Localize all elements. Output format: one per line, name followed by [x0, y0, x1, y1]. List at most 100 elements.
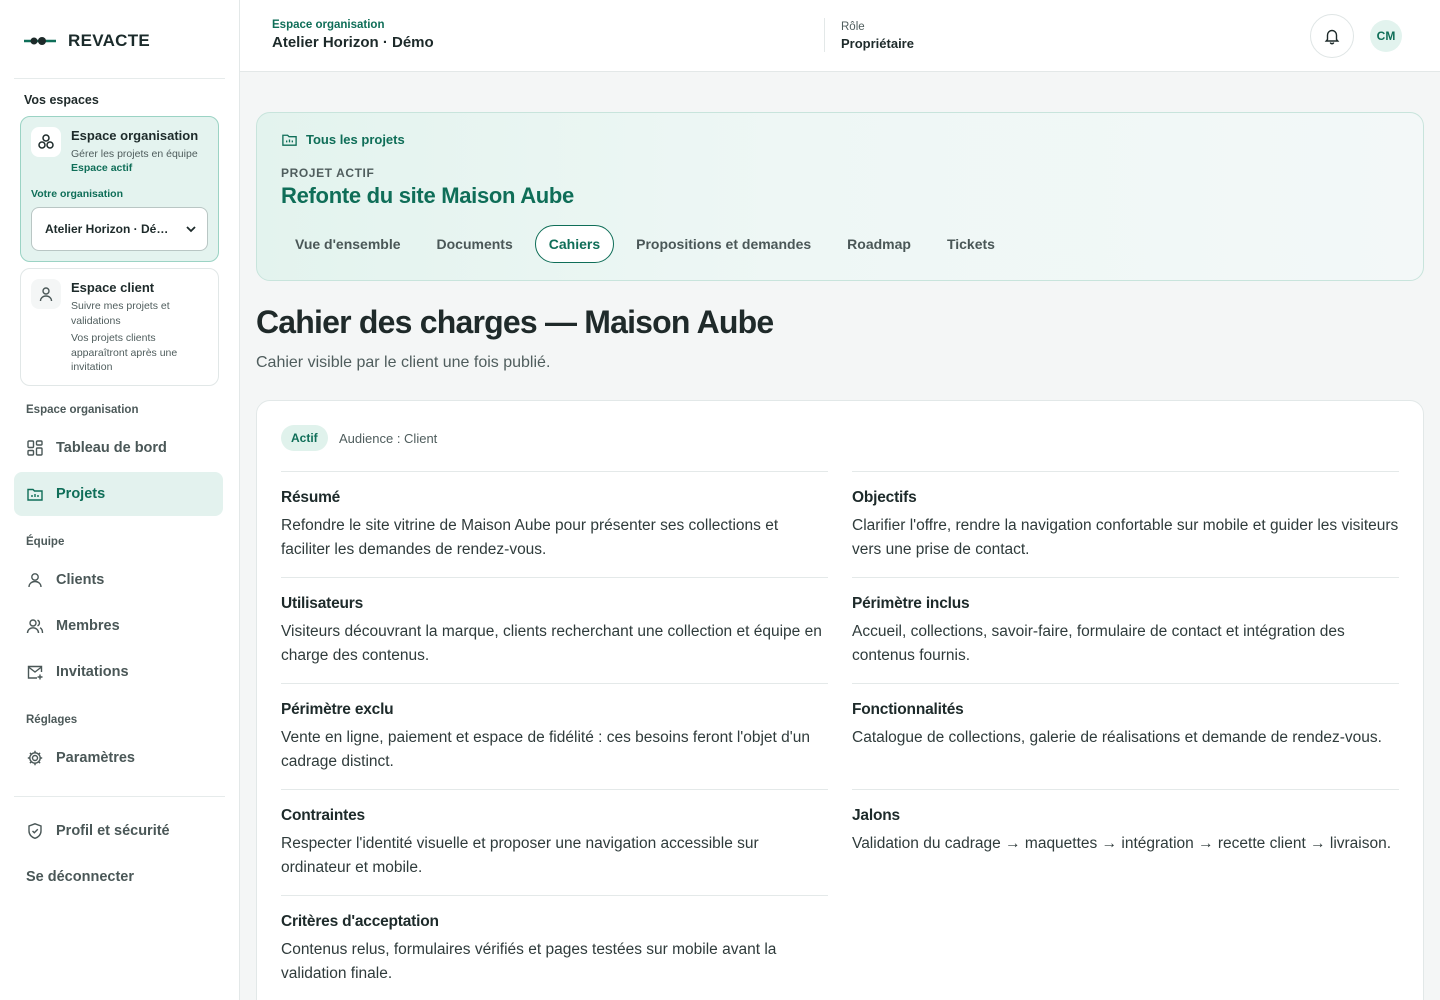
nav-group-heading: Réglages — [26, 714, 78, 726]
all-projects-label: Tous les projets — [306, 132, 405, 147]
nav-item-clients[interactable]: Clients — [14, 558, 223, 602]
divider — [14, 78, 225, 79]
section-summary: Résumé Refondre le site vitrine de Maiso… — [281, 471, 828, 577]
divider — [824, 18, 825, 52]
section-title: Périmètre inclus — [852, 595, 970, 612]
nav-item-settings[interactable]: Paramètres — [14, 736, 223, 780]
section-title: Objectifs — [852, 489, 917, 506]
client-space-description: Suivre mes projets et validations — [71, 300, 170, 327]
project-kicker: PROJET ACTIF — [281, 166, 375, 180]
logout-button[interactable]: Se déconnecter — [14, 855, 223, 899]
specification-card: Actif Audience : Client Résumé Refondre … — [256, 400, 1424, 1000]
avatar[interactable]: CM — [1370, 20, 1402, 52]
nav-group-heading: Équipe — [26, 536, 65, 548]
org-select-value: Atelier Horizon · Dé… — [45, 222, 169, 236]
section-body: Catalogue de collections, galerie de réa… — [852, 729, 1382, 746]
folder-icon — [282, 134, 297, 146]
client-space-note: Vos projets clients apparaîtront après u… — [71, 332, 178, 373]
client-space-title: Espace client — [71, 280, 155, 295]
nav-item-label: Projets — [56, 486, 106, 502]
users-icon — [26, 619, 44, 634]
nav-item-label: Paramètres — [56, 750, 135, 766]
tab-documents[interactable]: Documents — [423, 225, 527, 263]
bell-icon — [1324, 29, 1340, 45]
logo-icon — [24, 37, 56, 45]
section-title: Périmètre exclu — [281, 701, 394, 718]
section-features: Fonctionnalités Catalogue de collections… — [852, 683, 1399, 789]
logout-label: Se déconnecter — [26, 869, 134, 885]
spaces-heading: Vos espaces — [24, 93, 99, 107]
section-title: Utilisateurs — [281, 595, 364, 612]
tab-overview[interactable]: Vue d'ensemble — [281, 225, 415, 263]
section-title: Jalons — [852, 807, 900, 824]
org-select[interactable]: Atelier Horizon · Dé… — [31, 207, 208, 251]
nav-item-dashboard[interactable]: Tableau de bord — [14, 426, 223, 470]
status-badge: Actif — [281, 425, 328, 451]
section-objectives: Objectifs Clarifier l'offre, rendre la n… — [852, 471, 1399, 577]
gear-icon — [27, 750, 43, 766]
nav-item-label: Membres — [56, 618, 120, 634]
org-space-card[interactable]: Espace organisation Gérer les projets en… — [20, 116, 219, 262]
section-body: Refondre le site vitrine de Maison Aube … — [281, 517, 779, 558]
section-scope-included: Périmètre inclus Accueil, collections, s… — [852, 577, 1399, 683]
role-value: Propriétaire — [841, 36, 914, 51]
divider — [14, 796, 225, 797]
section-users: Utilisateurs Visiteurs découvrant la mar… — [281, 577, 828, 683]
nav-item-label: Invitations — [56, 664, 129, 680]
sections-grid: Résumé Refondre le site vitrine de Maiso… — [281, 471, 1400, 1000]
section-scope-excluded: Périmètre exclu Vente en ligne, paiement… — [281, 683, 828, 789]
project-tabs: Vue d'ensemble Documents Cahiers Proposi… — [281, 225, 1009, 263]
notifications-button[interactable] — [1310, 14, 1354, 58]
org-space-status: Espace actif — [71, 162, 133, 174]
mail-plus-icon — [27, 665, 43, 680]
all-projects-link[interactable]: Tous les projets — [281, 131, 405, 148]
tab-roadmap[interactable]: Roadmap — [833, 225, 925, 263]
shield-icon — [28, 823, 42, 840]
nav-item-profile-security[interactable]: Profil et sécurité — [14, 809, 223, 853]
section-body: Vente en ligne, paiement et espace de fi… — [281, 729, 810, 770]
section-body: Clarifier l'offre, rendre la navigation … — [852, 517, 1399, 558]
section-milestones: Jalons Validation du cadrage → maquettes… — [852, 789, 1399, 895]
user-icon — [31, 279, 61, 309]
user-icon — [28, 573, 42, 588]
nav-item-projects[interactable]: Projets — [14, 472, 223, 516]
tab-tickets[interactable]: Tickets — [933, 225, 1009, 263]
section-body: Contenus relus, formulaires vérifiés et … — [281, 941, 777, 982]
network-icon — [31, 127, 61, 157]
project-title: Refonte du site Maison Aube — [281, 183, 574, 208]
org-space-title: Espace organisation — [71, 128, 199, 143]
section-body: Respecter l'identité visuelle et propose… — [281, 835, 759, 876]
brand-name: REVACTE — [68, 31, 151, 50]
org-select-label: Votre organisation — [31, 188, 123, 200]
nav-group-heading: Espace organisation — [26, 404, 139, 416]
client-space-card[interactable]: Espace client Suivre mes projets et vali… — [20, 268, 219, 386]
section-body: Accueil, collections, savoir-faire, form… — [852, 623, 1345, 664]
section-title: Résumé — [281, 489, 341, 506]
dashboard-icon — [27, 440, 43, 456]
brand[interactable]: REVACTE — [24, 30, 150, 52]
section-title: Critères d'acceptation — [281, 913, 439, 930]
tab-cahiers[interactable]: Cahiers — [534, 225, 615, 263]
role-label: Rôle — [841, 21, 865, 33]
section-body: Validation du cadrage → maquettes → inté… — [852, 835, 1392, 852]
project-banner: Tous les projets PROJET ACTIF Refonte du… — [256, 112, 1424, 281]
nav-item-label: Clients — [56, 572, 105, 588]
chevron-down-icon — [186, 226, 196, 233]
page-subtitle: Cahier visible par le client une fois pu… — [256, 354, 551, 371]
section-title: Contraintes — [281, 807, 365, 824]
section-acceptance-criteria: Critères d'acceptation Contenus relus, f… — [281, 895, 828, 1000]
nav-item-members[interactable]: Membres — [14, 604, 223, 648]
tab-proposals[interactable]: Propositions et demandes — [622, 225, 825, 263]
sidebar: REVACTE Vos espaces Espace organisation … — [0, 0, 240, 1000]
workspace-kicker: Espace organisation — [272, 19, 385, 31]
org-space-description: Gérer les projets en équipe — [71, 148, 198, 160]
folder-icon — [27, 488, 43, 501]
audience-label: Audience : Client — [339, 431, 438, 446]
nav-item-label: Tableau de bord — [56, 440, 167, 456]
workspace-title: Atelier Horizon · Démo — [272, 34, 434, 51]
section-body: Visiteurs découvrant la marque, clients … — [281, 623, 822, 664]
top-bar: Espace organisation Atelier Horizon · Dé… — [240, 0, 1440, 72]
nav-item-label: Profil et sécurité — [56, 823, 170, 839]
section-constraints: Contraintes Respecter l'identité visuell… — [281, 789, 828, 895]
nav-item-invitations[interactable]: Invitations — [14, 650, 223, 694]
